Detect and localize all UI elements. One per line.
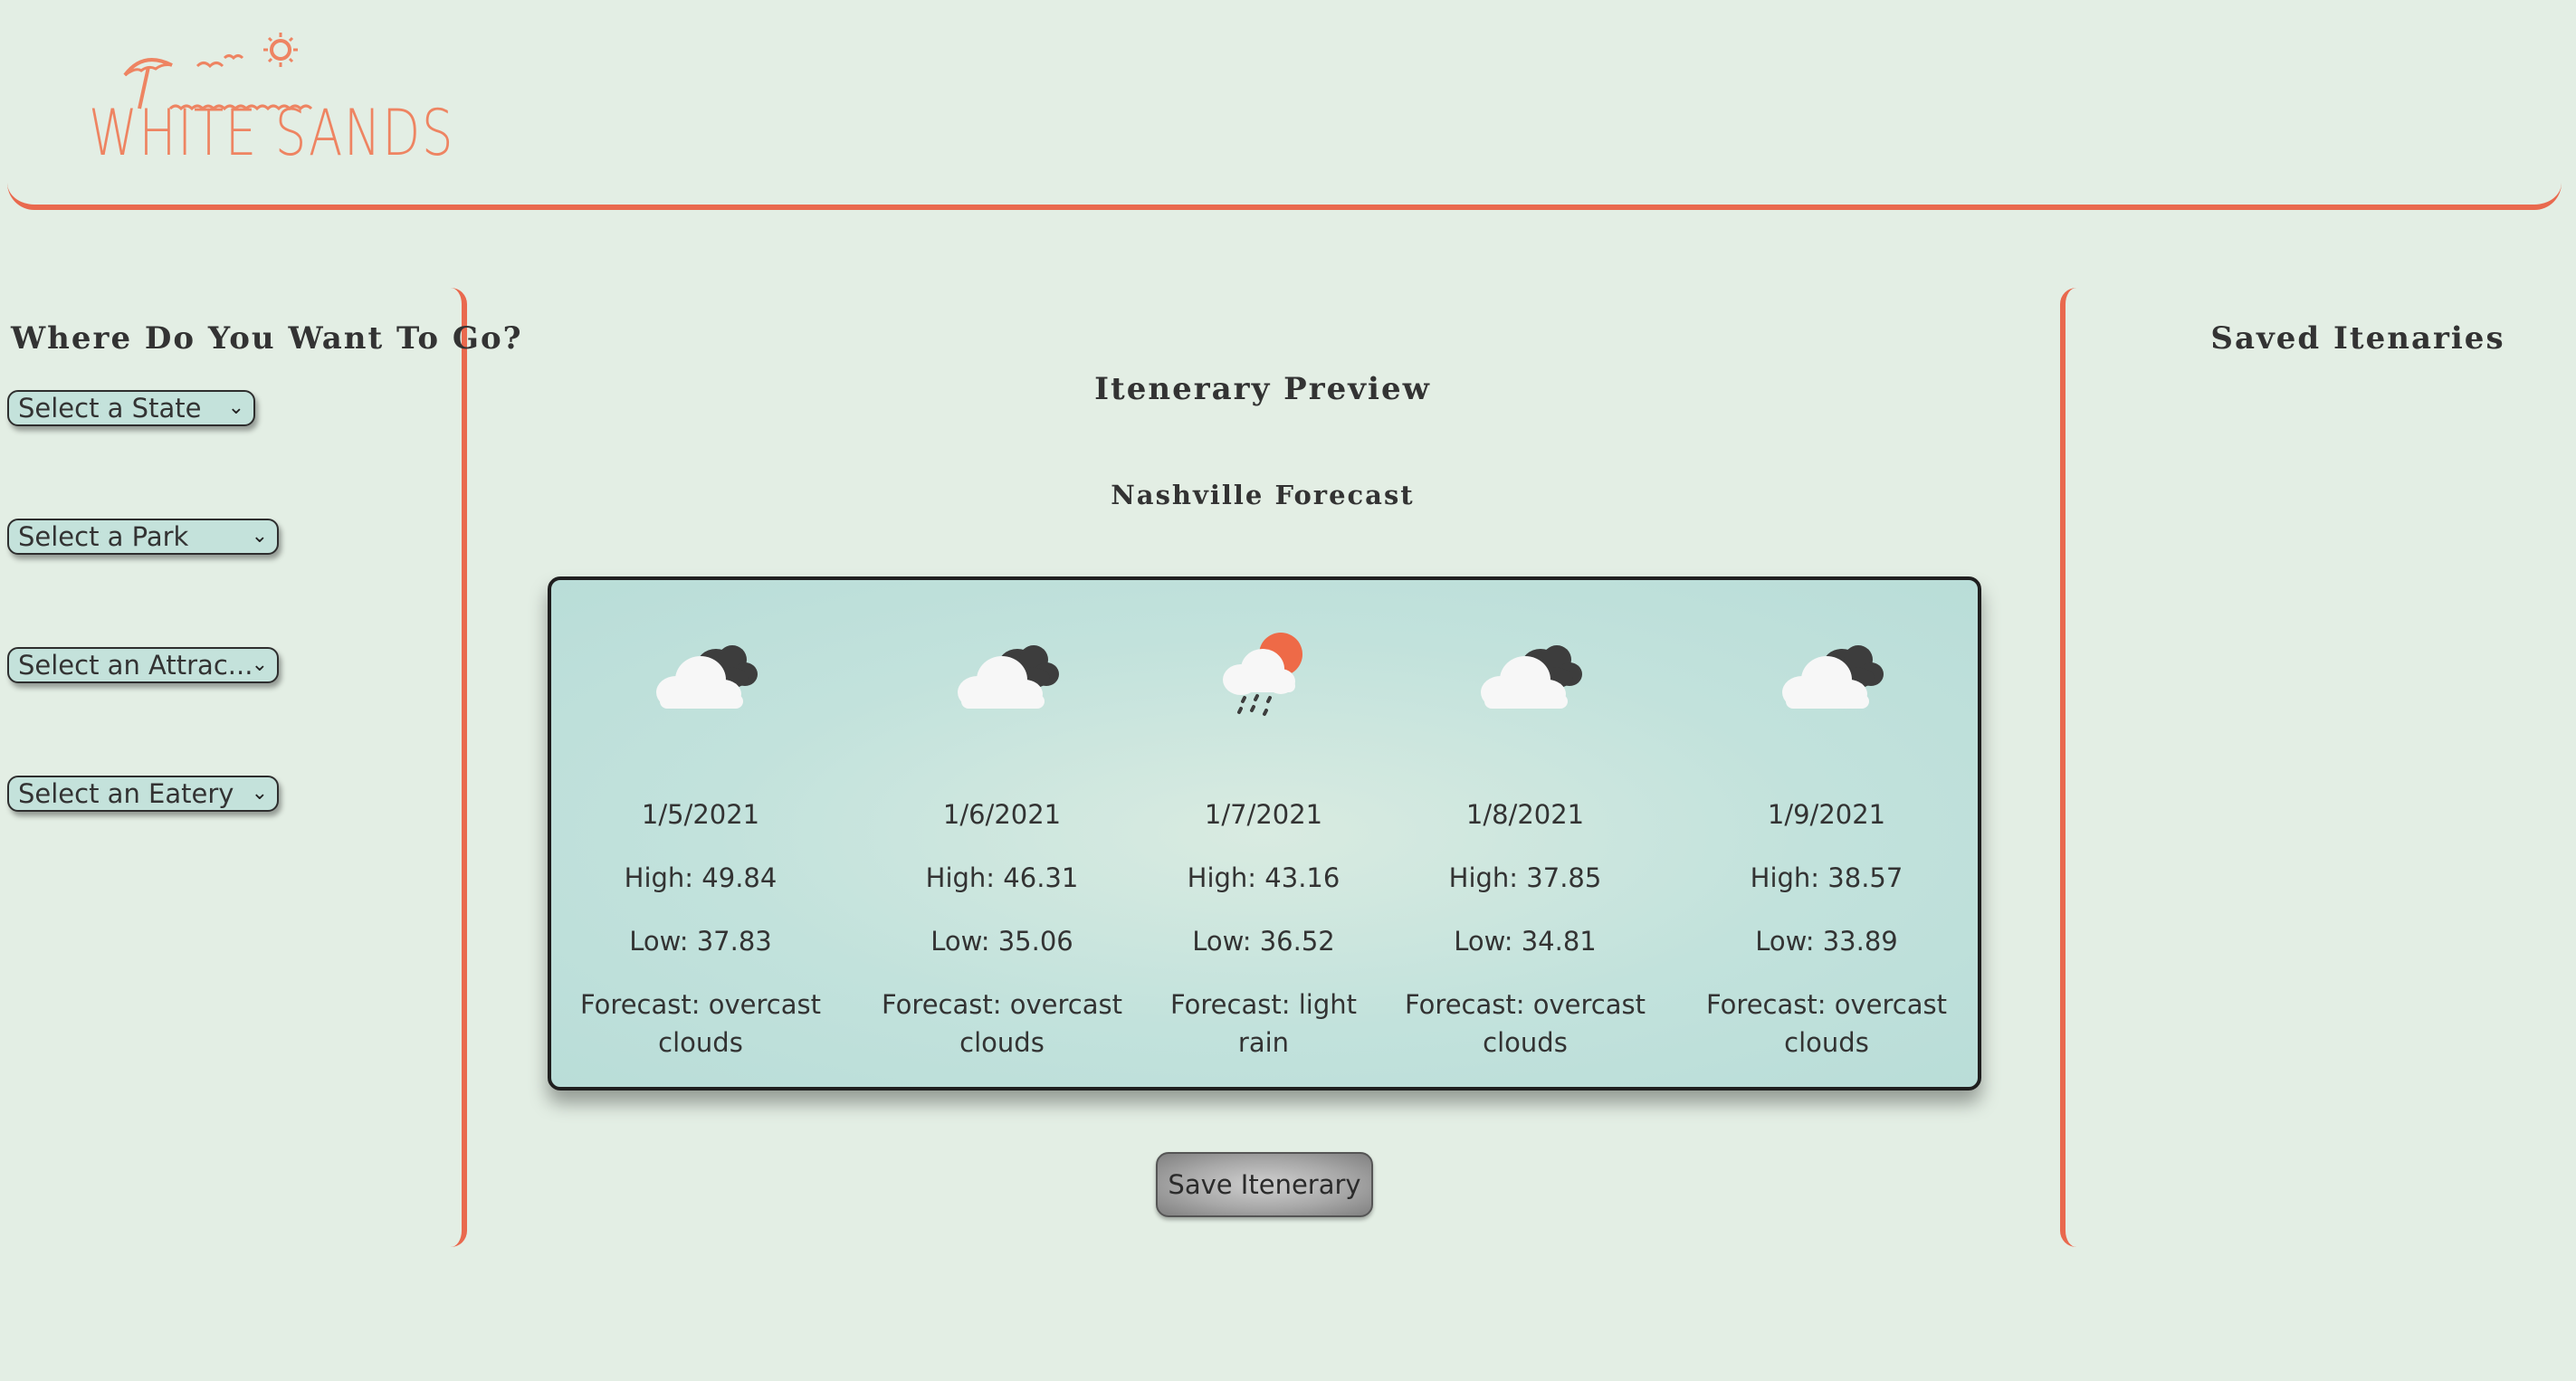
forecast-day: 1/9/2021 High: 38.57 Low: 33.89 Forecast… — [1691, 580, 1962, 1087]
saved-itineraries-heading: Saved Itenaries — [2210, 320, 2505, 357]
forecast-low: Low: 34.81 — [1454, 926, 1597, 957]
forecast-description: Forecast: overcast — [1706, 989, 1947, 1020]
right-column-divider — [2060, 288, 2076, 1247]
attraction-select-label: Select an Attrac... — [18, 650, 253, 681]
eatery-select-label: Select an Eatery — [18, 778, 234, 809]
itinerary-preview-heading: Itenerary Preview — [1094, 371, 1431, 407]
state-select[interactable]: Select a State ⌄ — [7, 390, 255, 426]
overcast-clouds-icon — [1782, 645, 1884, 709]
overcast-clouds-icon — [958, 645, 1059, 709]
forecast-heading: Nashville Forecast — [1111, 480, 1415, 510]
chevron-down-icon: ⌄ — [227, 396, 244, 419]
page: WHITE SANDS Where Do You Want To Go? Sel… — [0, 0, 2576, 1381]
forecast-high: High: 43.16 — [1187, 862, 1340, 893]
forecast-date: 1/7/2021 — [1204, 799, 1323, 830]
forecast-high: High: 46.31 — [925, 862, 1079, 893]
attraction-select[interactable]: Select an Attrac... ⌄ — [7, 647, 279, 683]
forecast-date: 1/8/2021 — [1465, 799, 1585, 830]
light-rain-icon — [1223, 633, 1302, 716]
overcast-clouds-icon — [656, 645, 758, 709]
forecast-high: High: 49.84 — [624, 862, 778, 893]
header: WHITE SANDS — [7, 0, 2562, 210]
park-select-label: Select a Park — [18, 521, 189, 552]
save-itinerary-button[interactable]: Save Itenerary — [1156, 1152, 1373, 1217]
forecast-description: Forecast: overcast — [580, 989, 821, 1020]
forecast-date: 1/5/2021 — [641, 799, 760, 830]
forecast-high: High: 38.57 — [1750, 862, 1903, 893]
forecast-day: 1/6/2021 High: 46.31 Low: 35.06 Forecast… — [866, 580, 1138, 1087]
park-select[interactable]: Select a Park ⌄ — [7, 519, 279, 555]
forecast-description-line2: rain — [1237, 1027, 1290, 1058]
forecast-low: Low: 37.83 — [629, 926, 772, 957]
forecast-low: Low: 35.06 — [930, 926, 1073, 957]
overcast-clouds-icon — [1481, 645, 1582, 709]
forecast-description-line2: clouds — [1483, 1027, 1568, 1058]
forecast-date: 1/6/2021 — [942, 799, 1062, 830]
forecast-date: 1/9/2021 — [1767, 799, 1886, 830]
forecast-description: Forecast: overcast — [882, 989, 1122, 1020]
white-sands-logo[interactable]: WHITE SANDS — [89, 25, 453, 179]
chevron-down-icon: ⌄ — [251, 782, 268, 805]
state-select-label: Select a State — [18, 393, 202, 424]
forecast-description: Forecast: overcast — [1405, 989, 1646, 1020]
forecast-low: Low: 33.89 — [1755, 926, 1898, 957]
forecast-description-line2: clouds — [658, 1027, 743, 1058]
forecast-day: 1/5/2021 High: 49.84 Low: 37.83 Forecast… — [565, 580, 836, 1087]
forecast-low: Low: 36.52 — [1192, 926, 1335, 957]
forecast-high: High: 37.85 — [1448, 862, 1602, 893]
forecast-day: 1/8/2021 High: 37.85 Low: 34.81 Forecast… — [1389, 580, 1661, 1087]
where-to-go-heading: Where Do You Want To Go? — [11, 320, 523, 357]
chevron-down-icon: ⌄ — [251, 525, 268, 548]
left-column-divider — [451, 288, 467, 1247]
forecast-description: Forecast: light — [1170, 989, 1357, 1020]
chevron-down-icon: ⌄ — [251, 653, 268, 676]
logo-text: WHITE SANDS — [89, 96, 455, 170]
eatery-select[interactable]: Select an Eatery ⌄ — [7, 776, 279, 812]
forecast-description-line2: clouds — [1784, 1027, 1869, 1058]
forecast-card: 1/5/2021 High: 49.84 Low: 37.83 Forecast… — [548, 576, 1981, 1091]
forecast-description-line2: clouds — [959, 1027, 1045, 1058]
forecast-day: 1/7/2021 High: 43.16 Low: 36.52 Forecast… — [1128, 580, 1399, 1087]
